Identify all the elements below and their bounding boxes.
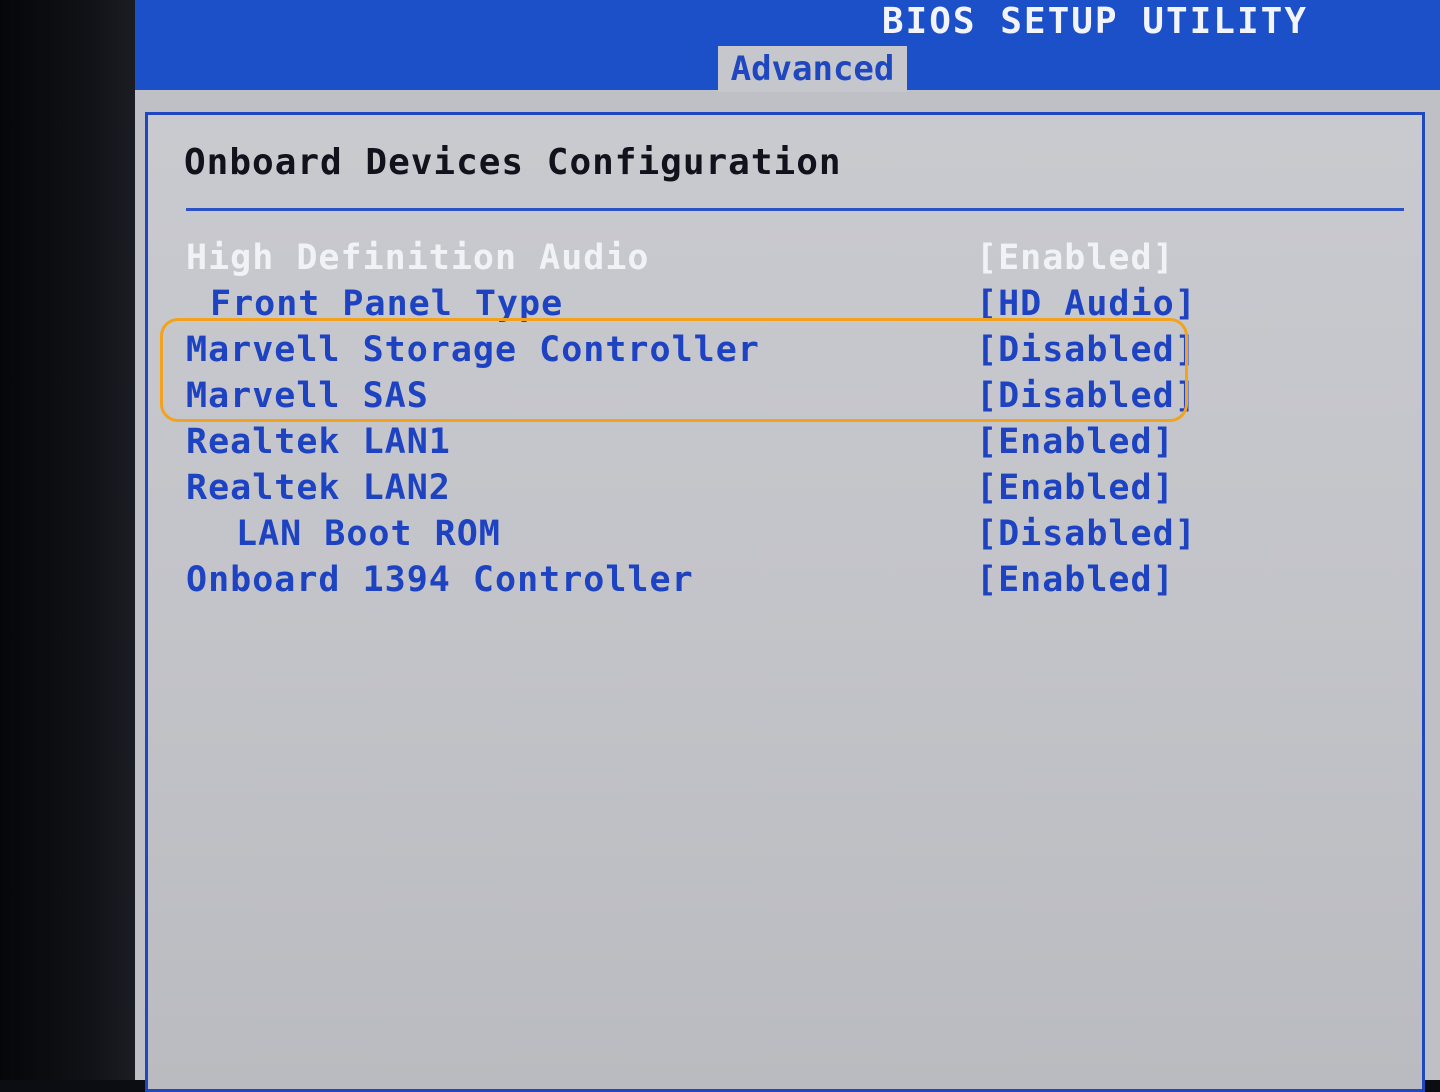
setting-label: High Definition Audio (186, 238, 650, 278)
page-title: Onboard Devices Configuration (184, 142, 842, 183)
setting-row-realtek-lan2[interactable]: Realtek LAN2 [Enabled] (186, 465, 1206, 511)
setting-value[interactable]: [Enabled] (976, 238, 1206, 278)
divider (186, 208, 1404, 211)
settings-panel: Onboard Devices Configuration High Defin… (145, 112, 1425, 1092)
bios-title: BIOS SETUP UTILITY (881, 1, 1308, 42)
setting-row-lan-boot-rom[interactable]: LAN Boot ROM [Disabled] (186, 511, 1206, 557)
setting-value[interactable]: [Enabled] (976, 422, 1206, 462)
setting-value[interactable]: [Enabled] (976, 468, 1206, 508)
setting-label: Onboard 1394 Controller (186, 560, 694, 600)
tab-advanced[interactable]: Advanced (718, 46, 907, 92)
setting-row-realtek-lan1[interactable]: Realtek LAN1 [Enabled] (186, 419, 1206, 465)
bios-screen: BIOS SETUP UTILITY Advanced Onboard Devi… (135, 0, 1440, 1092)
setting-row-hd-audio[interactable]: High Definition Audio [Enabled] (186, 235, 1206, 281)
setting-row-onboard-1394[interactable]: Onboard 1394 Controller [Enabled] (186, 557, 1206, 603)
setting-label: Realtek LAN1 (186, 422, 451, 462)
monitor-bezel (0, 0, 135, 1080)
setting-label: Realtek LAN2 (186, 468, 451, 508)
marvell-highlight-box (160, 318, 1188, 422)
title-bar: BIOS SETUP UTILITY Advanced (135, 0, 1440, 92)
setting-value[interactable]: [Enabled] (976, 560, 1206, 600)
setting-value[interactable]: [Disabled] (976, 514, 1206, 554)
setting-label: LAN Boot ROM (236, 514, 501, 554)
